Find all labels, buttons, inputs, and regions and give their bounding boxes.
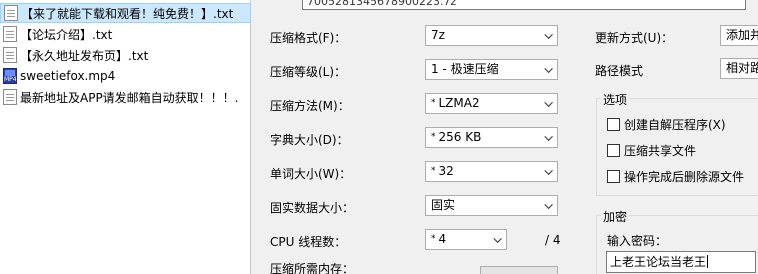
checkbox-box[interactable] (607, 144, 620, 157)
sfx-checkbox[interactable]: 创建自解压程序(X) (607, 116, 726, 133)
txt-file-icon (3, 47, 17, 63)
memory-select[interactable] (480, 266, 558, 274)
chevron-down-icon (545, 202, 553, 208)
changed-marker: * (431, 166, 436, 176)
format-select[interactable]: 7z (425, 25, 558, 46)
level-select[interactable]: 1 - 极速压缩 (425, 59, 558, 80)
path-value: 相对路 (726, 61, 758, 75)
method-label: 压缩方法(M)： (270, 99, 350, 113)
compression-options-panel: 7005281345678900223.7z 压缩格式(F)： 7z 压缩等级(… (258, 0, 758, 274)
chevron-down-icon (545, 168, 553, 174)
changed-marker: * (431, 234, 436, 244)
path-label: 路径模式 (595, 64, 644, 78)
file-name: 【论坛介绍】.txt (20, 27, 113, 42)
path-select[interactable]: 相对路 (720, 58, 758, 79)
txt-file-icon (3, 89, 17, 105)
dict-value: 256 KB (438, 130, 482, 144)
file-item[interactable]: MP4 sweetiefox.mp4 (0, 66, 251, 86)
method-select[interactable]: * LZMA2 (425, 93, 558, 114)
file-item[interactable]: 最新地址及APP请发邮箱自动获取！！！. (0, 87, 251, 107)
mp4-icon-text: MP4 (4, 76, 17, 83)
method-value: LZMA2 (438, 96, 480, 110)
password-value: 上老王论坛当老王 (610, 255, 707, 269)
solid-select[interactable]: 固实 (425, 195, 558, 216)
password-label: 输入密码： (607, 234, 668, 248)
encryption-group-title: 加密 (601, 208, 630, 225)
word-value: 32 (438, 164, 454, 178)
checkbox-box[interactable] (607, 170, 620, 183)
file-item[interactable]: 【来了就能下载和观看！纯免费！】.txt (0, 3, 251, 23)
dict-select[interactable]: * 256 KB (425, 127, 558, 148)
shared-files-checkbox[interactable]: 压缩共享文件 (607, 142, 696, 159)
format-value: 7z (431, 28, 445, 42)
dict-label: 字典大小(D)： (270, 133, 349, 147)
level-label: 压缩等级(L)： (270, 65, 347, 79)
level-value: 1 - 极速压缩 (431, 62, 499, 76)
file-name: sweetiefox.mp4 (20, 69, 116, 83)
update-select[interactable]: 添加并 (720, 25, 758, 46)
sfx-label: 创建自解压程序(X) (624, 118, 726, 132)
password-input[interactable]: 上老王论坛当老王 (606, 251, 756, 273)
update-value: 添加并 (726, 28, 758, 42)
txt-file-icon (3, 26, 17, 42)
archive-name-field[interactable]: 7005281345678900223.7z (302, 0, 746, 10)
file-name: 【来了就能下载和观看！纯免费！】.txt (21, 6, 234, 21)
update-label: 更新方式(U)： (595, 31, 674, 45)
mp4-file-icon: MP4 (3, 68, 17, 84)
file-name: 最新地址及APP请发邮箱自动获取！！！. (20, 90, 239, 105)
checkbox-box[interactable] (607, 118, 620, 131)
changed-marker: * (431, 98, 436, 108)
options-group-title: 选项 (601, 91, 630, 108)
file-list[interactable]: 【来了就能下载和观看！纯免费！】.txt 【论坛介绍】.txt 【永久地址发布页… (0, 0, 251, 274)
changed-marker: * (431, 132, 436, 142)
chevron-down-icon (545, 32, 553, 38)
threads-label: CPU 线程数： (270, 235, 347, 249)
delete-after-checkbox[interactable]: 操作完成后删除源文件 (607, 168, 744, 185)
threads-value: 4 (438, 232, 447, 246)
shared-files-label: 压缩共享文件 (624, 144, 697, 158)
file-item[interactable]: 【论坛介绍】.txt (0, 24, 251, 44)
word-select[interactable]: * 32 (425, 161, 558, 182)
threads-total: / 4 (545, 233, 561, 247)
threads-select[interactable]: * 4 (425, 229, 507, 250)
txt-file-icon (4, 5, 18, 21)
file-name: 【永久地址发布页】.txt (20, 48, 149, 63)
chevron-down-icon (545, 134, 553, 140)
chevron-down-icon (545, 100, 553, 106)
chevron-down-icon (494, 236, 502, 242)
chevron-down-icon (545, 66, 553, 72)
memory-label: 压缩所需内存： (270, 262, 355, 274)
solid-value: 固实 (431, 198, 456, 212)
file-item[interactable]: 【永久地址发布页】.txt (0, 45, 251, 65)
solid-label: 固实数据大小： (270, 201, 355, 215)
delete-after-label: 操作完成后删除源文件 (624, 170, 745, 184)
text-caret (707, 255, 709, 268)
format-label: 压缩格式(F)： (270, 31, 347, 45)
word-label: 单词大小(W)： (270, 167, 352, 181)
